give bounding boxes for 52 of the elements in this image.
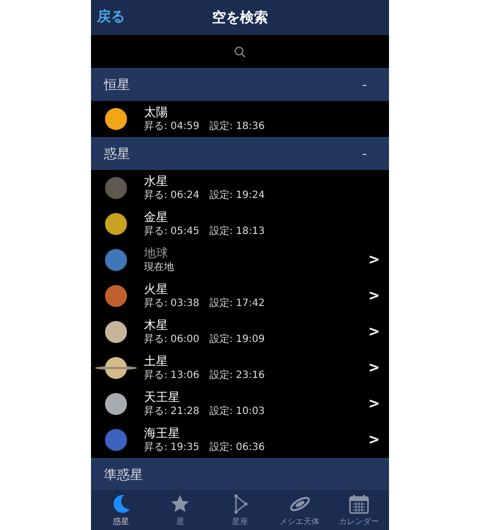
object-name: 金星 [144, 210, 169, 225]
section-header[interactable]: 準惑星 [91, 458, 389, 490]
chevron: > [368, 252, 380, 268]
collapse-toggle[interactable]: - [362, 78, 367, 92]
star-icon [169, 493, 192, 515]
rise-set-times: 昇る: 06:24 設定: 19:24 [144, 189, 266, 202]
collapse-toggle[interactable]: - [362, 146, 367, 162]
back-link[interactable]: 戻る [97, 8, 125, 26]
rise-set-times: 現在地 [144, 261, 175, 274]
list-row[interactable]: 土星 昇る: 13:06 設定: 23:16 > [91, 350, 389, 386]
list-row[interactable]: 地球 現在地 > [91, 242, 389, 278]
rise-set-times: 昇る: 05:45 設定: 18:13 [144, 225, 266, 238]
list-row[interactable]: 天王星 昇る: 21:28 設定: 10:03 > [91, 386, 389, 422]
object-name: 火星 [144, 282, 169, 297]
rise-set-times: 昇る: 06:00 設定: 19:09 [144, 333, 266, 346]
chevron: > [368, 324, 380, 340]
object-name: 海王星 [144, 426, 181, 441]
object-name: 水星 [144, 174, 169, 189]
screen-title: 空を検索 [212, 8, 268, 26]
chevron: > [368, 288, 380, 304]
tab[interactable]: 惑星 [91, 490, 150, 530]
list-row[interactable]: 金星 昇る: 05:45 設定: 18:13 [91, 206, 389, 242]
search-icon [234, 46, 246, 58]
chevron: > [368, 396, 380, 412]
list-row[interactable]: 火星 昇る: 03:38 設定: 17:42 > [91, 278, 389, 314]
rise-set-times: 昇る: 13:06 設定: 23:16 [144, 369, 266, 382]
tab[interactable]: 星座 [210, 490, 270, 530]
object-name: 木星 [144, 318, 169, 333]
section-title: 準惑星 [104, 467, 143, 484]
tab[interactable]: 星 [150, 490, 210, 530]
object-name: 天王星 [144, 390, 181, 405]
object-name: 土星 [144, 354, 169, 369]
rise-set-times: 昇る: 19:35 設定: 06:36 [144, 441, 266, 454]
rise-set-times: 昇る: 03:38 設定: 17:42 [144, 297, 266, 310]
object-name: 地球 [144, 246, 169, 261]
list-row[interactable]: 水星 昇る: 06:24 設定: 19:24 [91, 170, 389, 206]
section-header[interactable]: 恒星 - [91, 68, 389, 101]
object-name: 太陽 [144, 105, 169, 120]
tab[interactable]: メシエ天体 [270, 490, 330, 530]
list-row[interactable]: 海王星 昇る: 19:35 設定: 06:36 > [91, 422, 389, 458]
section-title: 恒星 [104, 77, 130, 94]
section-title: 惑星 [104, 146, 130, 163]
section-header[interactable]: 惑星 - [91, 137, 389, 170]
calendar-icon [348, 493, 370, 515]
list-row[interactable]: 太陽 昇る: 04:59 設定: 18:36 [91, 101, 389, 137]
rise-set-times: 昇る: 04:59 設定: 18:36 [144, 120, 266, 133]
ringed-planet-icon [94, 355, 138, 381]
list-row[interactable]: 木星 昇る: 06:00 設定: 19:09 > [91, 314, 389, 350]
chevron: > [368, 432, 380, 448]
tab[interactable]: カレンダー [330, 490, 389, 530]
rise-set-times: 昇る: 21:28 設定: 10:03 [144, 405, 266, 418]
chevron: > [368, 360, 380, 376]
